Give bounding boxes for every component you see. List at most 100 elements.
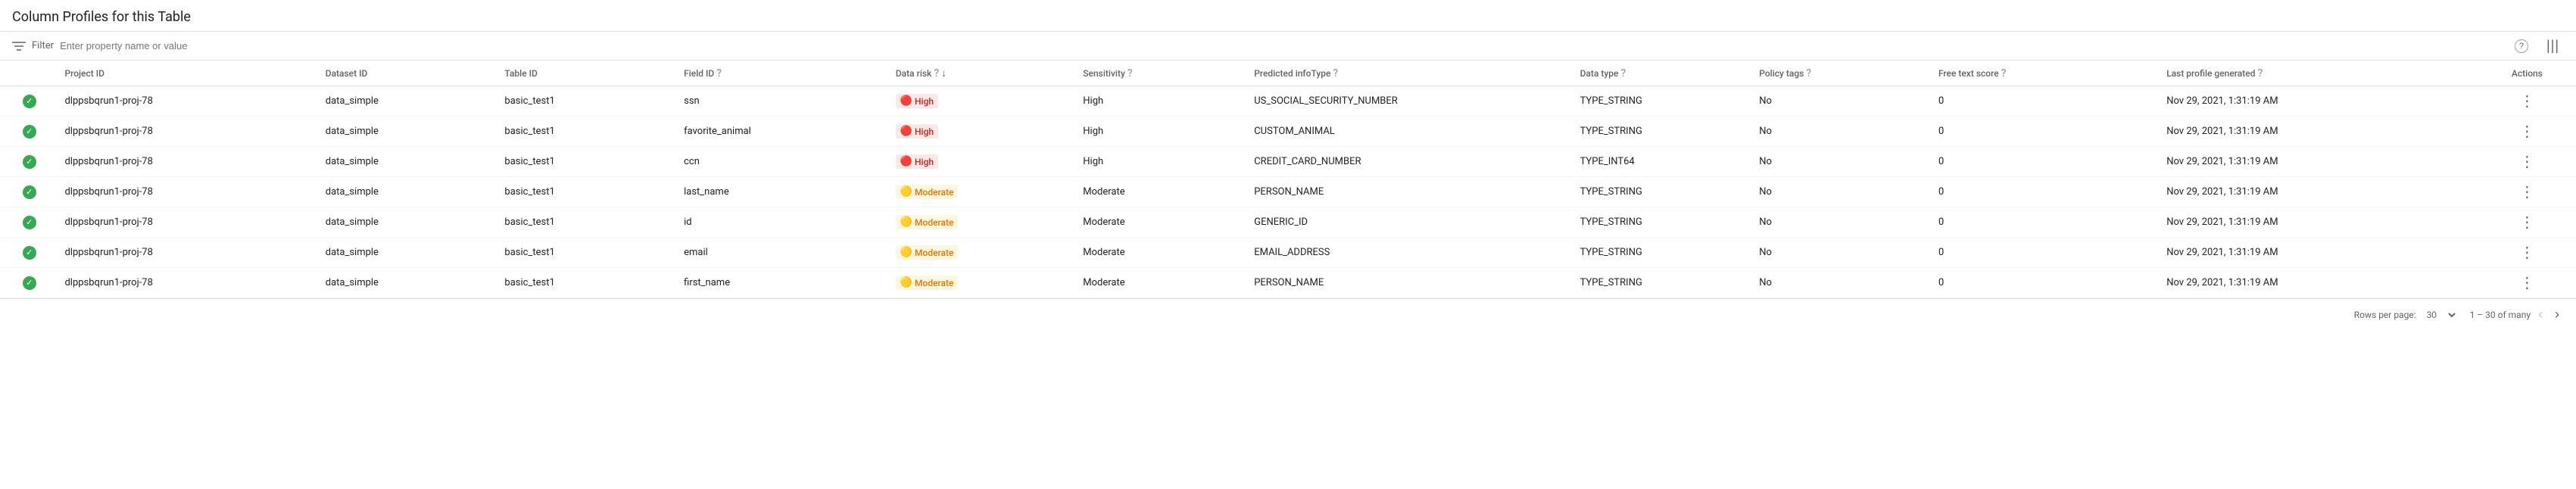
last-profile-help-icon[interactable]: ? (2257, 67, 2263, 79)
cell-predicted-info: EMAIL_ADDRESS (1248, 238, 1573, 268)
cell-sensitivity: High (1077, 147, 1248, 177)
cell-actions: ⋮ (2478, 86, 2576, 117)
cell-last-profile: Nov 29, 2021, 1:31:19 AM (2160, 177, 2478, 207)
cell-project-id: dlppsbqrun1-proj-78 (58, 177, 319, 207)
cell-data-risk: 🟡 Moderate (890, 177, 1077, 207)
cell-table-id: basic_test1 (498, 86, 678, 117)
columns-button[interactable]: ||| (2542, 36, 2564, 55)
risk-icon: 🟡 (900, 216, 912, 228)
row-actions-button[interactable]: ⋮ (2516, 92, 2537, 111)
cell-data-risk: 🟡 Moderate (890, 238, 1077, 268)
status-icon: ✓ (23, 125, 36, 139)
cell-data-risk: 🔴 High (890, 117, 1077, 147)
cell-policy-tags: No (1753, 86, 1932, 117)
table-header-row: Project ID Dataset ID Table ID Field ID … (0, 61, 2576, 86)
cell-sensitivity: Moderate (1077, 268, 1248, 298)
cell-predicted-info: US_SOCIAL_SECURITY_NUMBER (1248, 86, 1573, 117)
cell-data-risk: 🔴 High (890, 147, 1077, 177)
row-actions-button[interactable]: ⋮ (2516, 182, 2537, 201)
status-icon: ✓ (23, 155, 36, 169)
col-header-table-id: Table ID (498, 61, 678, 86)
cell-last-profile: Nov 29, 2021, 1:31:19 AM (2160, 147, 2478, 177)
cell-sensitivity: Moderate (1077, 177, 1248, 207)
next-page-button[interactable]: › (2550, 305, 2564, 324)
cell-policy-tags: No (1753, 238, 1932, 268)
help-button[interactable]: ? (2510, 38, 2533, 55)
cell-table-id: basic_test1 (498, 268, 678, 298)
rows-per-page-select[interactable]: 30 50 100 (2421, 307, 2458, 322)
cell-project-id: dlppsbqrun1-proj-78 (58, 238, 319, 268)
cell-predicted-info: CREDIT_CARD_NUMBER (1248, 147, 1573, 177)
cell-data-type: TYPE_STRING (1574, 268, 1754, 298)
data-risk-sort-icon[interactable]: ↓ (941, 67, 947, 79)
row-actions-button[interactable]: ⋮ (2516, 152, 2537, 171)
field-id-help-icon[interactable]: ? (716, 67, 722, 79)
cell-actions: ⋮ (2478, 117, 2576, 147)
cell-field-id: last_name (678, 177, 890, 207)
cell-field-id: favorite_animal (678, 117, 890, 147)
prev-page-button[interactable]: ‹ (2534, 305, 2547, 324)
cell-project-id: dlppsbqrun1-proj-78 (58, 117, 319, 147)
status-icon: ✓ (23, 216, 36, 229)
cell-sensitivity: High (1077, 86, 1248, 117)
cell-status: ✓ (0, 177, 58, 207)
columns-icon: ||| (2546, 38, 2559, 54)
risk-icon: 🔴 (900, 95, 912, 107)
predicted-info-help-icon[interactable]: ? (1333, 67, 1338, 79)
cell-free-text: 0 (1932, 86, 2160, 117)
cell-dataset-id: data_simple (320, 207, 499, 238)
cell-dataset-id: data_simple (320, 177, 499, 207)
cell-free-text: 0 (1932, 177, 2160, 207)
risk-icon: 🟡 (900, 186, 912, 198)
cell-project-id: dlppsbqrun1-proj-78 (58, 86, 319, 117)
cell-sensitivity: High (1077, 117, 1248, 147)
risk-badge: 🟡 Moderate (896, 185, 959, 199)
table-container: Project ID Dataset ID Table ID Field ID … (0, 61, 2576, 298)
cell-data-type: TYPE_INT64 (1574, 147, 1754, 177)
cell-data-type: TYPE_STRING (1574, 238, 1754, 268)
cell-dataset-id: data_simple (320, 117, 499, 147)
col-header-sensitivity: Sensitivity ? (1077, 61, 1248, 86)
table-row: ✓ dlppsbqrun1-proj-78 data_simple basic_… (0, 238, 2576, 268)
cell-project-id: dlppsbqrun1-proj-78 (58, 147, 319, 177)
table-row: ✓ dlppsbqrun1-proj-78 data_simple basic_… (0, 147, 2576, 177)
table-row: ✓ dlppsbqrun1-proj-78 data_simple basic_… (0, 207, 2576, 238)
cell-dataset-id: data_simple (320, 86, 499, 117)
cell-sensitivity: Moderate (1077, 207, 1248, 238)
status-icon: ✓ (23, 95, 36, 108)
data-type-help-icon[interactable]: ? (1620, 67, 1626, 79)
cell-free-text: 0 (1932, 117, 2160, 147)
risk-badge: 🔴 High (896, 124, 938, 139)
row-actions-button[interactable]: ⋮ (2516, 273, 2537, 292)
risk-badge: 🔴 High (896, 94, 938, 108)
cell-sensitivity: Moderate (1077, 238, 1248, 268)
col-header-policy-tags: Policy tags ? (1753, 61, 1932, 86)
col-header-project-id: Project ID (58, 61, 319, 86)
cell-data-risk: 🟡 Moderate (890, 207, 1077, 238)
cell-free-text: 0 (1932, 147, 2160, 177)
cell-data-risk: 🔴 High (890, 86, 1077, 117)
cell-policy-tags: No (1753, 177, 1932, 207)
risk-icon: 🟡 (900, 247, 912, 258)
policy-tags-help-icon[interactable]: ? (1806, 67, 1811, 79)
row-actions-button[interactable]: ⋮ (2516, 243, 2537, 262)
data-risk-help-icon[interactable]: ? (934, 67, 939, 79)
risk-badge: 🟡 Moderate (896, 245, 959, 260)
rows-per-page-label: Rows per page: (2354, 310, 2416, 320)
cell-table-id: basic_test1 (498, 207, 678, 238)
cell-data-type: TYPE_STRING (1574, 177, 1754, 207)
table-row: ✓ dlppsbqrun1-proj-78 data_simple basic_… (0, 86, 2576, 117)
row-actions-button[interactable]: ⋮ (2516, 122, 2537, 141)
cell-actions: ⋮ (2478, 268, 2576, 298)
risk-icon: 🔴 (900, 126, 912, 137)
filter-input[interactable] (60, 40, 2504, 51)
col-header-last-profile: Last profile generated ? (2160, 61, 2478, 86)
col-header-data-type: Data type ? (1574, 61, 1754, 86)
cell-policy-tags: No (1753, 207, 1932, 238)
table-row: ✓ dlppsbqrun1-proj-78 data_simple basic_… (0, 268, 2576, 298)
filter-bar: Filter ? ||| (0, 31, 2576, 61)
cell-last-profile: Nov 29, 2021, 1:31:19 AM (2160, 268, 2478, 298)
row-actions-button[interactable]: ⋮ (2516, 213, 2537, 232)
sensitivity-help-icon[interactable]: ? (1127, 67, 1133, 79)
free-text-help-icon[interactable]: ? (2001, 67, 2007, 79)
